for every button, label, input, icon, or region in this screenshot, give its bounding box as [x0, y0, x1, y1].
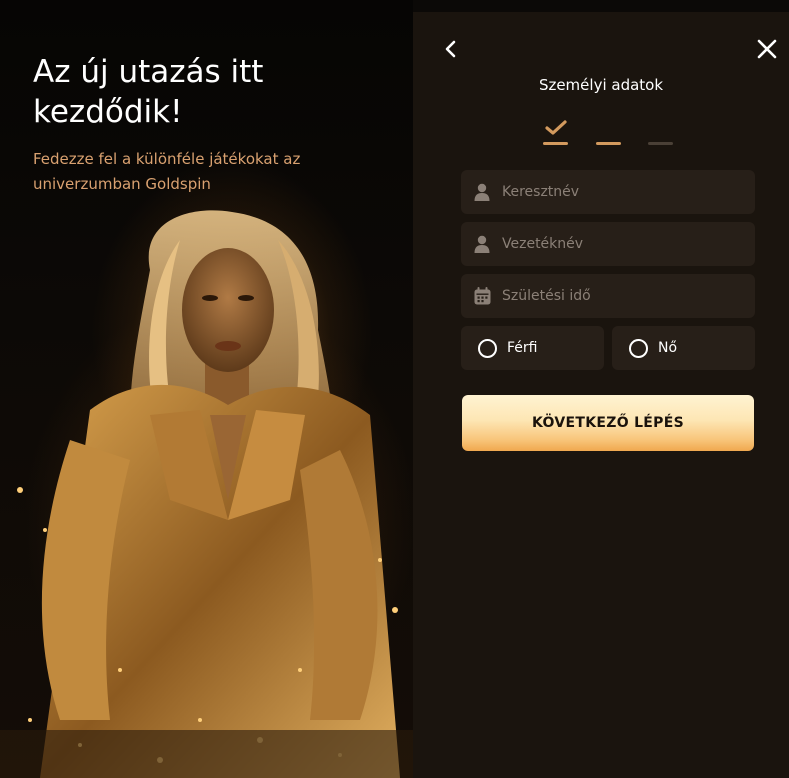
form-title: Személyi adatok [538, 76, 664, 94]
birth-date-placeholder: Születési idő [502, 288, 591, 304]
male-label: Férfi [507, 340, 538, 356]
last-name-field[interactable]: Vezetéknév [461, 222, 755, 266]
step-1-bar [543, 142, 568, 145]
close-button[interactable] [754, 36, 780, 62]
female-radio[interactable] [629, 338, 648, 358]
chevron-left-icon [445, 40, 456, 58]
step-3-bar [648, 142, 673, 145]
gender-option-male[interactable]: Férfi [461, 326, 604, 370]
user-icon [473, 234, 491, 254]
first-name-field[interactable]: Keresztnév [461, 170, 755, 214]
calendar-icon [473, 286, 491, 306]
back-button[interactable] [437, 36, 463, 62]
step-2-bar [596, 142, 621, 145]
close-icon [757, 39, 777, 59]
hero-illustration [0, 210, 413, 778]
promo-subtitle: Fedezze fel a különféle játékokat az uni… [33, 150, 301, 193]
promo-panel: Az új utazás itt kezdődik! Fedezze fel a… [0, 0, 413, 778]
registration-panel: Személyi adatok Keresztnév Vezetéknév Sz… [413, 12, 789, 778]
last-name-placeholder: Vezetéknév [502, 236, 584, 252]
gender-option-female[interactable]: Nő [612, 326, 755, 370]
step-indicator [543, 120, 673, 146]
birth-date-field[interactable]: Születési idő [461, 274, 755, 318]
male-radio[interactable] [478, 338, 497, 358]
first-name-placeholder: Keresztnév [502, 184, 580, 200]
user-icon [473, 182, 491, 202]
next-step-button[interactable]: KÖVETKEZŐ LÉPÉS [462, 395, 754, 451]
female-label: Nő [658, 340, 678, 356]
check-icon [545, 120, 567, 135]
promo-headline: Az új utazás itt kezdődik! [33, 54, 264, 130]
